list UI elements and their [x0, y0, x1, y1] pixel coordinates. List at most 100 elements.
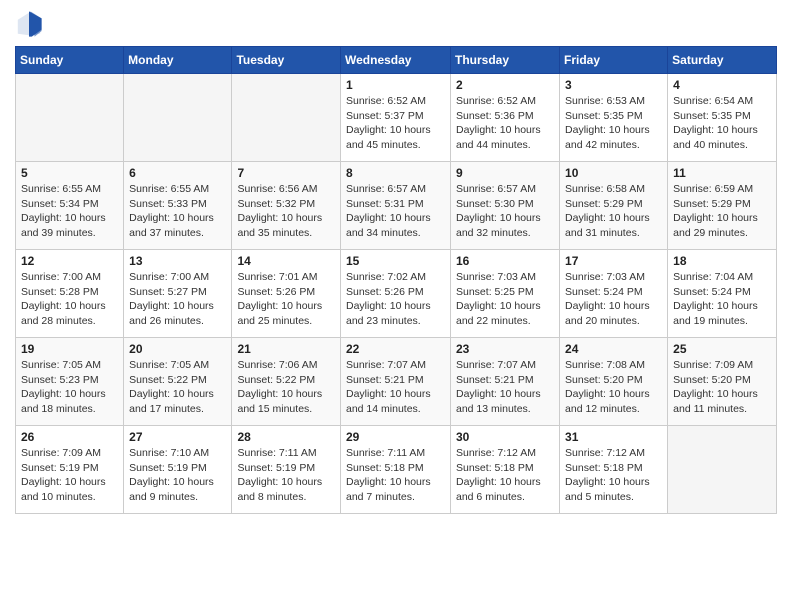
day-info: Sunrise: 7:09 AMSunset: 5:20 PMDaylight:… — [673, 358, 771, 417]
calendar-cell: 28 Sunrise: 7:11 AMSunset: 5:19 PMDayligh… — [232, 426, 341, 514]
week-row-2: 5Sunrise: 6:55 AMSunset: 5:34 PMDaylight… — [16, 162, 777, 250]
day-number: 4 — [673, 78, 771, 92]
col-header-sunday: Sunday — [16, 47, 124, 74]
day-number: 9 — [456, 166, 554, 180]
day-number: 20 — [129, 342, 226, 356]
day-info: Sunrise: 7:11 AMSunset: 5:18 PMDaylight:… — [346, 446, 445, 505]
col-header-friday: Friday — [560, 47, 668, 74]
calendar-cell: 20Sunrise: 7:05 AMSunset: 5:22 PMDayligh… — [124, 338, 232, 426]
calendar-cell: 19Sunrise: 7:05 AMSunset: 5:23 PMDayligh… — [16, 338, 124, 426]
day-number: 15 — [346, 254, 445, 268]
day-info: Sunrise: 7:12 AMSunset: 5:18 PMDaylight:… — [456, 446, 554, 505]
calendar-cell: 24 Sunrise: 7:08 AMSunset: 5:20 PMDayligh… — [560, 338, 668, 426]
calendar-cell: 15 Sunrise: 7:02 AMSunset: 5:26 PMDayligh… — [341, 250, 451, 338]
calendar-cell: 12 Sunrise: 7:00 AMSunset: 5:28 PMDayligh… — [16, 250, 124, 338]
calendar-cell: 17 Sunrise: 7:03 AMSunset: 5:24 PMDayligh… — [560, 250, 668, 338]
day-number: 11 — [673, 166, 771, 180]
day-info: Sunrise: 7:06 AMSunset: 5:22 PMDaylight:… — [237, 358, 335, 417]
calendar-cell: 29 Sunrise: 7:11 AMSunset: 5:18 PMDayligh… — [341, 426, 451, 514]
week-row-3: 12 Sunrise: 7:00 AMSunset: 5:28 PMDayligh… — [16, 250, 777, 338]
day-number: 25 — [673, 342, 771, 356]
calendar-cell: 11 Sunrise: 6:59 AMSunset: 5:29 PMDayligh… — [668, 162, 777, 250]
day-number: 24 — [565, 342, 662, 356]
calendar-cell — [16, 74, 124, 162]
day-info: Sunrise: 7:01 AMSunset: 5:26 PMDaylight:… — [237, 270, 335, 329]
day-number: 17 — [565, 254, 662, 268]
day-number: 10 — [565, 166, 662, 180]
day-info: Sunrise: 6:52 AMSunset: 5:37 PMDaylight:… — [346, 94, 445, 153]
day-number: 26 — [21, 430, 118, 444]
day-info: Sunrise: 6:57 AMSunset: 5:30 PMDaylight:… — [456, 182, 554, 241]
calendar-cell: 25 Sunrise: 7:09 AMSunset: 5:20 PMDayligh… — [668, 338, 777, 426]
calendar-cell: 9 Sunrise: 6:57 AMSunset: 5:30 PMDaylight… — [451, 162, 560, 250]
logo-icon — [15, 10, 43, 38]
day-number: 8 — [346, 166, 445, 180]
calendar-cell: 1 Sunrise: 6:52 AMSunset: 5:37 PMDaylight… — [341, 74, 451, 162]
calendar-cell — [232, 74, 341, 162]
week-row-4: 19Sunrise: 7:05 AMSunset: 5:23 PMDayligh… — [16, 338, 777, 426]
day-info: Sunrise: 7:03 AMSunset: 5:24 PMDaylight:… — [565, 270, 662, 329]
day-number: 14 — [237, 254, 335, 268]
col-header-tuesday: Tuesday — [232, 47, 341, 74]
day-info: Sunrise: 7:09 AMSunset: 5:19 PMDaylight:… — [21, 446, 118, 505]
day-info: Sunrise: 7:00 AMSunset: 5:28 PMDaylight:… — [21, 270, 118, 329]
day-number: 23 — [456, 342, 554, 356]
day-number: 13 — [129, 254, 226, 268]
day-info: Sunrise: 7:04 AMSunset: 5:24 PMDaylight:… — [673, 270, 771, 329]
day-info: Sunrise: 7:07 AMSunset: 5:21 PMDaylight:… — [456, 358, 554, 417]
day-number: 31 — [565, 430, 662, 444]
day-info: Sunrise: 6:57 AMSunset: 5:31 PMDaylight:… — [346, 182, 445, 241]
day-number: 12 — [21, 254, 118, 268]
day-info: Sunrise: 6:53 AMSunset: 5:35 PMDaylight:… — [565, 94, 662, 153]
day-info: Sunrise: 7:11 AMSunset: 5:19 PMDaylight:… — [237, 446, 335, 505]
day-info: Sunrise: 7:00 AMSunset: 5:27 PMDaylight:… — [129, 270, 226, 329]
calendar-cell: 3Sunrise: 6:53 AMSunset: 5:35 PMDaylight… — [560, 74, 668, 162]
col-header-saturday: Saturday — [668, 47, 777, 74]
day-info: Sunrise: 6:56 AMSunset: 5:32 PMDaylight:… — [237, 182, 335, 241]
calendar-cell — [124, 74, 232, 162]
calendar-cell: 23 Sunrise: 7:07 AMSunset: 5:21 PMDayligh… — [451, 338, 560, 426]
day-number: 2 — [456, 78, 554, 92]
day-number: 6 — [129, 166, 226, 180]
calendar-cell: 5Sunrise: 6:55 AMSunset: 5:34 PMDaylight… — [16, 162, 124, 250]
col-header-wednesday: Wednesday — [341, 47, 451, 74]
calendar-cell: 6Sunrise: 6:55 AMSunset: 5:33 PMDaylight… — [124, 162, 232, 250]
day-info: Sunrise: 7:02 AMSunset: 5:26 PMDaylight:… — [346, 270, 445, 329]
calendar-cell: 18 Sunrise: 7:04 AMSunset: 5:24 PMDayligh… — [668, 250, 777, 338]
day-info: Sunrise: 7:08 AMSunset: 5:20 PMDaylight:… — [565, 358, 662, 417]
calendar-cell: 26 Sunrise: 7:09 AMSunset: 5:19 PMDayligh… — [16, 426, 124, 514]
calendar-table: SundayMondayTuesdayWednesdayThursdayFrid… — [15, 46, 777, 514]
day-number: 1 — [346, 78, 445, 92]
day-number: 7 — [237, 166, 335, 180]
header-row: SundayMondayTuesdayWednesdayThursdayFrid… — [16, 47, 777, 74]
day-info: Sunrise: 6:54 AMSunset: 5:35 PMDaylight:… — [673, 94, 771, 153]
calendar-cell: 8 Sunrise: 6:57 AMSunset: 5:31 PMDaylight… — [341, 162, 451, 250]
calendar-cell: 7 Sunrise: 6:56 AMSunset: 5:32 PMDaylight… — [232, 162, 341, 250]
day-info: Sunrise: 7:07 AMSunset: 5:21 PMDaylight:… — [346, 358, 445, 417]
day-number: 16 — [456, 254, 554, 268]
logo — [15, 10, 47, 38]
calendar-cell: 10Sunrise: 6:58 AMSunset: 5:29 PMDayligh… — [560, 162, 668, 250]
day-info: Sunrise: 6:55 AMSunset: 5:34 PMDaylight:… — [21, 182, 118, 241]
day-info: Sunrise: 6:52 AMSunset: 5:36 PMDaylight:… — [456, 94, 554, 153]
week-row-5: 26 Sunrise: 7:09 AMSunset: 5:19 PMDayligh… — [16, 426, 777, 514]
day-info: Sunrise: 7:03 AMSunset: 5:25 PMDaylight:… — [456, 270, 554, 329]
day-info: Sunrise: 6:59 AMSunset: 5:29 PMDaylight:… — [673, 182, 771, 241]
day-number: 19 — [21, 342, 118, 356]
day-number: 21 — [237, 342, 335, 356]
day-number: 28 — [237, 430, 335, 444]
day-number: 22 — [346, 342, 445, 356]
calendar-cell: 2 Sunrise: 6:52 AMSunset: 5:36 PMDaylight… — [451, 74, 560, 162]
calendar-cell: 22 Sunrise: 7:07 AMSunset: 5:21 PMDayligh… — [341, 338, 451, 426]
calendar-cell: 21 Sunrise: 7:06 AMSunset: 5:22 PMDayligh… — [232, 338, 341, 426]
calendar-cell: 4 Sunrise: 6:54 AMSunset: 5:35 PMDaylight… — [668, 74, 777, 162]
col-header-thursday: Thursday — [451, 47, 560, 74]
day-number: 27 — [129, 430, 226, 444]
day-info: Sunrise: 7:10 AMSunset: 5:19 PMDaylight:… — [129, 446, 226, 505]
calendar-cell: 27 Sunrise: 7:10 AMSunset: 5:19 PMDayligh… — [124, 426, 232, 514]
week-row-1: 1 Sunrise: 6:52 AMSunset: 5:37 PMDaylight… — [16, 74, 777, 162]
day-number: 29 — [346, 430, 445, 444]
calendar-cell: 16 Sunrise: 7:03 AMSunset: 5:25 PMDayligh… — [451, 250, 560, 338]
day-number: 18 — [673, 254, 771, 268]
calendar-cell: 14 Sunrise: 7:01 AMSunset: 5:26 PMDayligh… — [232, 250, 341, 338]
